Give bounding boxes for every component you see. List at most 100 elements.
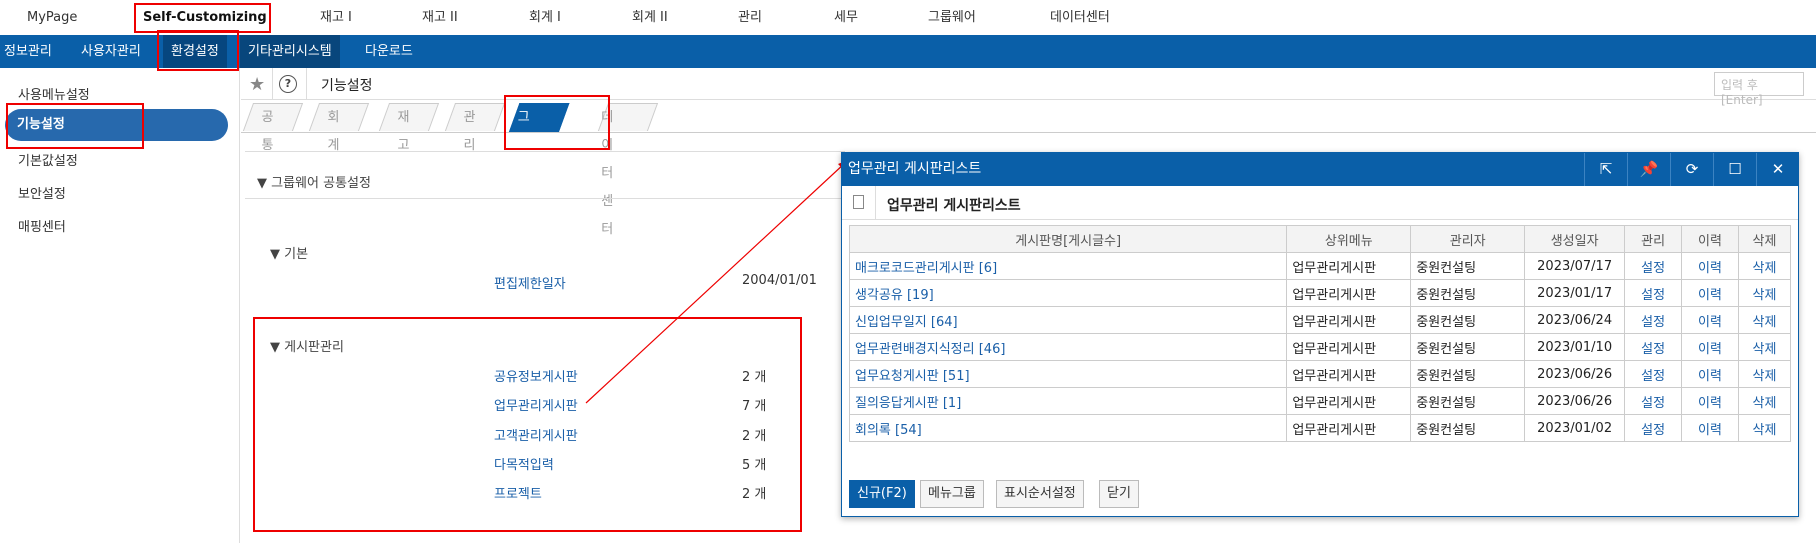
history-link[interactable]: 이력 bbox=[1681, 279, 1739, 307]
table-row: 매크로코드관리게시판 [6] 업무관리게시판 중원컨설팅 2023/07/17 … bbox=[848, 252, 1792, 280]
sidebar-item-security-settings[interactable]: 보안설정 bbox=[18, 183, 66, 202]
edit-limit-date-value: 2004/01/01 bbox=[742, 273, 817, 288]
maximize-icon[interactable]: ☐ bbox=[1713, 153, 1756, 186]
settings-link[interactable]: 설정 bbox=[1624, 387, 1683, 415]
subnav-download[interactable]: 다운로드 bbox=[365, 35, 413, 68]
sidebar-item-default-settings[interactable]: 기본값설정 bbox=[18, 150, 78, 169]
history-link[interactable]: 이력 bbox=[1681, 333, 1739, 361]
board-name-link[interactable]: 신입업무일지 [64] bbox=[848, 306, 1288, 334]
nav-inventory-1[interactable]: 재고 I bbox=[320, 0, 352, 35]
close-button[interactable]: 닫기 bbox=[1099, 480, 1139, 508]
divider bbox=[245, 151, 845, 152]
basic-group-title[interactable]: ▼ 기본 bbox=[270, 243, 308, 262]
tab-management[interactable]: 관리 bbox=[444, 103, 506, 153]
settings-link[interactable]: 설정 bbox=[1624, 414, 1683, 442]
column-header[interactable]: 삭제 bbox=[1737, 225, 1792, 253]
admin: 중원컨설팅 bbox=[1410, 414, 1526, 442]
delete-link[interactable]: 삭제 bbox=[1737, 360, 1792, 388]
table-row: 생각공유 [19] 업무관리게시판 중원컨설팅 2023/01/17 설정 이력… bbox=[848, 279, 1792, 307]
menu-group-button[interactable]: 메뉴그룹 bbox=[920, 480, 984, 508]
created-date: 2023/07/17 bbox=[1524, 252, 1626, 280]
board-name-link[interactable]: 생각공유 [19] bbox=[848, 279, 1288, 307]
delete-link[interactable]: 삭제 bbox=[1737, 387, 1792, 415]
pin-icon[interactable]: 📌 bbox=[1627, 153, 1670, 186]
board-name-link[interactable]: 매크로코드관리게시판 [6] bbox=[848, 252, 1288, 280]
created-date: 2023/01/02 bbox=[1524, 414, 1626, 442]
subnav-info-management[interactable]: 정보관리 bbox=[4, 35, 52, 68]
history-link[interactable]: 이력 bbox=[1681, 360, 1739, 388]
table-header-row: 게시판명[게시글수] 상위메뉴 관리자 생성일자 관리 이력 삭제 bbox=[848, 225, 1792, 253]
nav-datacenter[interactable]: 데이터센터 bbox=[1050, 0, 1110, 35]
created-date: 2023/01/10 bbox=[1524, 333, 1626, 361]
admin: 중원컨설팅 bbox=[1410, 252, 1526, 280]
subnav-user-management[interactable]: 사용자관리 bbox=[81, 35, 141, 68]
board-table: 게시판명[게시글수] 상위메뉴 관리자 생성일자 관리 이력 삭제 매크로코드관… bbox=[848, 225, 1792, 442]
subnav-other-systems[interactable]: 기타관리시스템 bbox=[240, 35, 340, 68]
settings-link[interactable]: 설정 bbox=[1624, 333, 1683, 361]
admin: 중원컨설팅 bbox=[1410, 360, 1526, 388]
tab-inventory[interactable]: 재고 bbox=[378, 103, 440, 153]
nav-accounting-2[interactable]: 회계 II bbox=[632, 0, 668, 35]
admin: 중원컨설팅 bbox=[1410, 279, 1526, 307]
delete-link[interactable]: 삭제 bbox=[1737, 252, 1792, 280]
divider bbox=[272, 68, 273, 100]
table-row: 회의록 [54] 업무관리게시판 중원컨설팅 2023/01/02 설정 이력 … bbox=[848, 414, 1792, 442]
table-row: 신입업무일지 [64] 업무관리게시판 중원컨설팅 2023/06/24 설정 … bbox=[848, 306, 1792, 334]
star-icon[interactable]: ★ bbox=[249, 74, 265, 95]
delete-link[interactable]: 삭제 bbox=[1737, 279, 1792, 307]
nav-accounting-1[interactable]: 회계 I bbox=[529, 0, 561, 35]
sidebar-item-mapping-center[interactable]: 매핑센터 bbox=[18, 216, 66, 235]
display-order-button[interactable]: 표시순서설정 bbox=[996, 480, 1084, 508]
nav-mypage[interactable]: MyPage bbox=[27, 0, 77, 35]
delete-link[interactable]: 삭제 bbox=[1737, 414, 1792, 442]
search-input[interactable]: 입력 후 [Enter] bbox=[1714, 72, 1804, 107]
board-name-link[interactable]: 업무관련배경지식정리 [46] bbox=[848, 333, 1288, 361]
highlight-self-customizing bbox=[134, 3, 271, 33]
modal-header: 업무관리 게시판리스트 bbox=[842, 186, 1798, 220]
history-link[interactable]: 이력 bbox=[1681, 306, 1739, 334]
board-name-link[interactable]: 질의응답게시판 [1] bbox=[848, 387, 1288, 415]
parent-menu: 업무관리게시판 bbox=[1286, 414, 1412, 442]
created-date: 2023/06/26 bbox=[1524, 387, 1626, 415]
modal-subtitle: 업무관리 게시판리스트 bbox=[887, 198, 1021, 214]
settings-link[interactable]: 설정 bbox=[1624, 252, 1683, 280]
nav-management[interactable]: 관리 bbox=[738, 0, 762, 35]
column-header[interactable]: 게시판명[게시글수] bbox=[848, 225, 1288, 253]
board-list-modal: 업무관리 게시판리스트 ⇱ 📌 ⟳ ☐ ✕ 업무관리 게시판리스트 게시판명[게… bbox=[841, 152, 1799, 517]
column-header[interactable]: 관리자 bbox=[1410, 225, 1526, 253]
history-link[interactable]: 이력 bbox=[1681, 414, 1739, 442]
highlight-feature-settings bbox=[6, 103, 144, 149]
history-link[interactable]: 이력 bbox=[1681, 252, 1739, 280]
parent-menu: 업무관리게시판 bbox=[1286, 387, 1412, 415]
column-header[interactable]: 관리 bbox=[1624, 225, 1683, 253]
refresh-icon[interactable]: ⟳ bbox=[1670, 153, 1713, 186]
parent-menu: 업무관리게시판 bbox=[1286, 306, 1412, 334]
delete-link[interactable]: 삭제 bbox=[1737, 306, 1792, 334]
parent-menu: 업무관리게시판 bbox=[1286, 279, 1412, 307]
admin: 중원컨설팅 bbox=[1410, 387, 1526, 415]
help-icon[interactable]: ? bbox=[279, 75, 297, 93]
edit-limit-date-label[interactable]: 편집제한일자 bbox=[494, 273, 566, 292]
board-name-link[interactable]: 회의록 [54] bbox=[848, 414, 1288, 442]
tab-common[interactable]: 공통 bbox=[242, 103, 304, 153]
settings-link[interactable]: 설정 bbox=[1624, 306, 1683, 334]
column-header[interactable]: 상위메뉴 bbox=[1286, 225, 1412, 253]
sidebar-item-menu-settings[interactable]: 사용메뉴설정 bbox=[18, 84, 90, 103]
delete-link[interactable]: 삭제 bbox=[1737, 333, 1792, 361]
created-date: 2023/01/17 bbox=[1524, 279, 1626, 307]
nav-inventory-2[interactable]: 재고 II bbox=[422, 0, 458, 35]
board-name-link[interactable]: 업무요청게시판 [51] bbox=[848, 360, 1288, 388]
column-header[interactable]: 이력 bbox=[1681, 225, 1739, 253]
settings-link[interactable]: 설정 bbox=[1624, 360, 1683, 388]
close-icon[interactable]: ✕ bbox=[1756, 153, 1799, 186]
tab-accounting[interactable]: 회계 bbox=[308, 103, 370, 153]
history-link[interactable]: 이력 bbox=[1681, 387, 1739, 415]
top-navigation: MyPage Self-Customizing 재고 I 재고 II 회계 I … bbox=[0, 0, 1816, 35]
parent-menu: 업무관리게시판 bbox=[1286, 252, 1412, 280]
settings-link[interactable]: 설정 bbox=[1624, 279, 1683, 307]
new-button[interactable]: 신규(F2) bbox=[849, 480, 915, 508]
nav-groupware[interactable]: 그룹웨어 bbox=[928, 0, 976, 35]
popout-icon[interactable]: ⇱ bbox=[1584, 153, 1627, 186]
column-header[interactable]: 생성일자 bbox=[1524, 225, 1626, 253]
nav-tax[interactable]: 세무 bbox=[834, 0, 858, 35]
